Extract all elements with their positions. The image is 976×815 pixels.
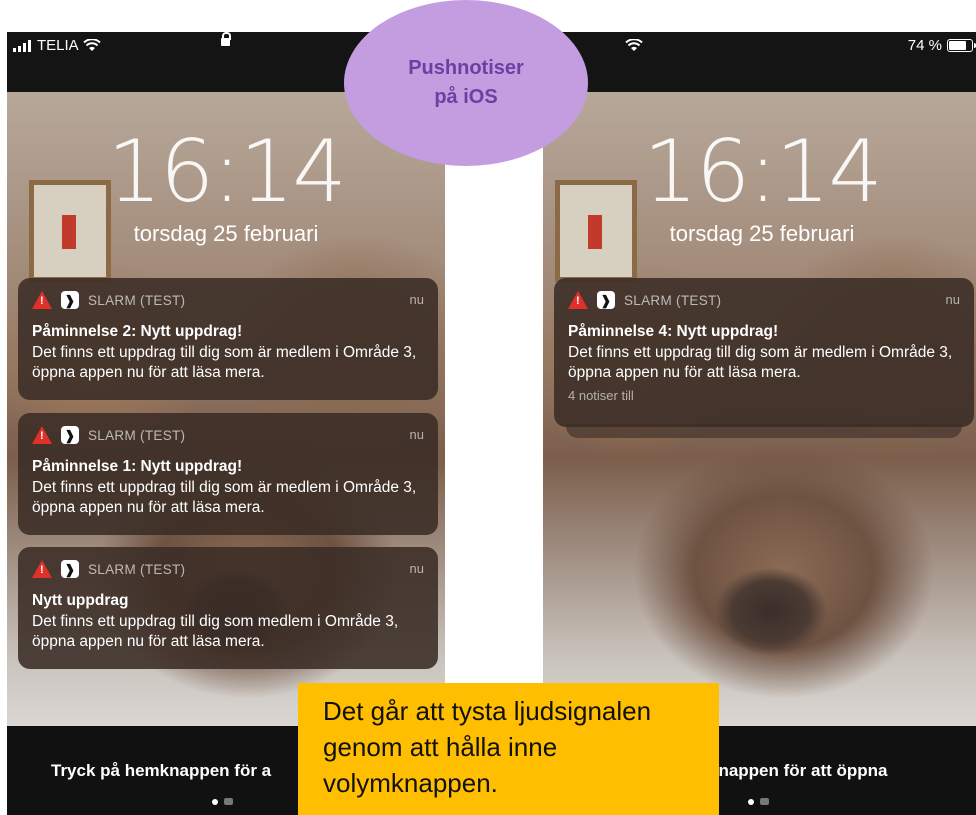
lockscreen-date: torsdag 25 februari [669, 221, 855, 246]
slarm-app-icon: ❱ [61, 560, 79, 578]
notification-app-name: SLARM (TEST) [88, 561, 186, 577]
battery-percent: 74 % [907, 37, 942, 54]
page-dot [212, 798, 218, 805]
info-note: Det går att tysta ljudsignalen genom att… [298, 683, 719, 815]
slarm-app-icon: ❱ [597, 291, 615, 309]
notification-app-name: SLARM (TEST) [88, 427, 186, 443]
warning-icon: ! [32, 291, 52, 309]
notification-card[interactable]: ! ❱ SLARM (TEST) nu Påminnelse 2: Nytt u… [18, 278, 438, 400]
slarm-app-icon: ❱ [61, 426, 79, 444]
more-notifications-label[interactable]: 4 notiser till [568, 388, 634, 403]
notification-time: nu [409, 292, 424, 307]
notification-title: Påminnelse 1: Nytt uppdrag! [32, 458, 243, 475]
lock-icon [221, 32, 231, 46]
notification-title: Nytt uppdrag [32, 592, 129, 609]
notification-card[interactable]: ! ❱ SLARM (TEST) nu Påminnelse 1: Nytt u… [18, 413, 438, 535]
battery-icon [947, 39, 976, 52]
notification-app-name: SLARM (TEST) [624, 292, 722, 308]
notification-time: nu [945, 292, 960, 307]
notification-body: Det finns ett uppdrag till dig som är me… [32, 344, 417, 381]
title-callout: Pushnotiser på iOS [344, 0, 588, 166]
status-bar: 74 % [543, 32, 976, 60]
notification-body: Det finns ett uppdrag till dig som är me… [568, 344, 953, 381]
lockscreen-date: torsdag 25 februari [133, 221, 319, 246]
notification-stack[interactable]: ! ❱ SLARM (TEST) nu Påminnelse 4: Nytt u… [554, 278, 974, 427]
notification-title: Påminnelse 4: Nytt uppdrag! [568, 323, 779, 340]
callout-title-line1: Pushnotiser [408, 57, 524, 79]
page-indicator [748, 798, 769, 805]
home-button-hint: knappen för att öppna [709, 761, 888, 780]
info-note-text: Det går att tysta ljudsignalen genom att… [323, 696, 652, 798]
warning-icon: ! [568, 291, 588, 309]
home-button-hint: Tryck på hemknappen för a [51, 761, 272, 780]
lockscreen-time: 16:14 [643, 122, 883, 222]
notification-body: Det finns ett uppdrag till dig som medle… [32, 613, 399, 650]
notification-body: Det finns ett uppdrag till dig som är me… [32, 479, 417, 516]
page-indicator [212, 798, 233, 805]
camera-icon[interactable] [760, 798, 769, 805]
page-dot [748, 798, 754, 805]
warning-icon: ! [32, 426, 52, 444]
notification-time: nu [409, 561, 424, 576]
notification-title: Påminnelse 2: Nytt uppdrag! [32, 323, 243, 340]
wifi-icon [625, 39, 643, 51]
signal-icon [13, 39, 31, 52]
warning-icon: ! [32, 560, 52, 578]
callout-title-line2: på iOS [434, 86, 498, 108]
carrier-label: TELIA [37, 37, 79, 54]
notification-app-name: SLARM (TEST) [88, 292, 186, 308]
wifi-icon [82, 39, 101, 51]
camera-icon[interactable] [224, 798, 233, 805]
notification-card[interactable]: ! ❱ SLARM (TEST) nu Nytt uppdrag Det fin… [18, 547, 438, 669]
notification-time: nu [409, 427, 424, 442]
slarm-app-icon: ❱ [61, 291, 79, 309]
